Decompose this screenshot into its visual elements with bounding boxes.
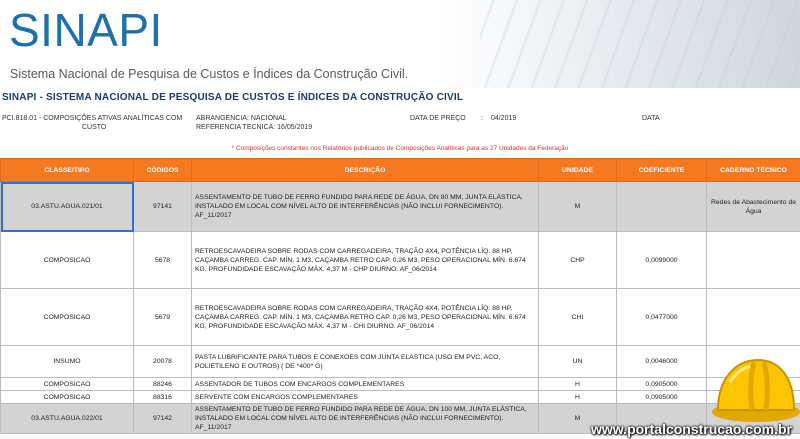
cell-coeficiente[interactable]: 0,0046000 [616, 345, 707, 378]
cell-unidade[interactable]: UN [538, 345, 617, 378]
data-preco-value: 04/2019 [491, 115, 517, 122]
cell-codigo[interactable]: 97142 [133, 403, 192, 434]
compositions-table: CLASSE/TIPO CÓDIGOS DESCRIÇÃO UNIDADE CO… [0, 158, 800, 434]
cell-unidade[interactable]: M [538, 181, 617, 232]
data-label: DATA [642, 115, 660, 122]
cell-classe[interactable]: COMPOSICAO [0, 377, 134, 391]
footnote: * Composições constantes nos Relatórios … [231, 145, 569, 152]
cell-descricao[interactable]: SERVENTE COM ENCARGOS COMPLEMENTARES [191, 390, 539, 404]
cell-classe[interactable]: INSUMO [0, 345, 134, 378]
report-code-line1: PCI.818.01 - COMPOSIÇÕES ATIVAS ANALÍTIC… [2, 115, 183, 122]
cell-descricao[interactable]: RETROESCAVADEIRA SOBRE RODAS COM CARREGA… [191, 288, 539, 346]
cell-unidade[interactable]: CHP [538, 231, 617, 289]
report-code-line2: CUSTO [82, 124, 107, 131]
data-preco-label: DATA DE PREÇO [410, 115, 466, 122]
cell-descricao[interactable]: PASTA LUBRIFICANTE PARA TUBOS E CONEXOES… [191, 345, 539, 378]
cell-coeficiente[interactable]: 0,0905000 [616, 377, 707, 391]
table-row: COMPOSICAO 88246 ASSENTADOR DE TUBOS COM… [0, 377, 800, 391]
cell-codigo[interactable]: 88246 [133, 377, 192, 391]
watermark: www.portalconstrucao.com.br [591, 421, 792, 437]
cell-unidade[interactable]: H [538, 377, 617, 391]
cell-descricao[interactable]: ASSENTAMENTO DE TUBO DE FERRO FUNDIDO PA… [191, 403, 539, 434]
cell-caderno[interactable] [706, 231, 800, 289]
table-row: INSUMO 20078 PASTA LUBRIFICANTE PARA TUB… [0, 345, 800, 378]
sinapi-banner: SINAPI Sistema Nacional de Pesquisa de C… [0, 0, 800, 88]
hard-hat-icon [712, 358, 800, 422]
cell-codigo[interactable]: 5679 [133, 288, 192, 346]
cell-codigo[interactable]: 20078 [133, 345, 192, 378]
cell-descricao[interactable]: ASSENTADOR DE TUBOS COM ENCARGOS COMPLEM… [191, 377, 539, 391]
referencia-tecnica: REFERENCIA TECNICA: 16/05/2019 [196, 124, 313, 131]
cell-caderno[interactable]: Redes de Abastecimento de Água [706, 181, 800, 232]
cell-unidade[interactable]: H [538, 390, 617, 404]
table-header-row: CLASSE/TIPO CÓDIGOS DESCRIÇÃO UNIDADE CO… [0, 158, 800, 182]
table-row: COMPOSICAO 5678 RETROESCAVADEIRA SOBRE R… [0, 231, 800, 289]
report-title: SINAPI - SISTEMA NACIONAL DE PESQUISA DE… [2, 92, 464, 103]
report-scope: ABRANGENCIA: NACIONAL REFERENCIA TECNICA… [196, 114, 312, 132]
cell-codigo[interactable]: 5678 [133, 231, 192, 289]
table-row: COMPOSICAO 88316 SERVENTE COM ENCARGOS C… [0, 390, 800, 404]
column-header-descricao[interactable]: DESCRIÇÃO [191, 158, 539, 182]
cell-codigo[interactable]: 88316 [133, 390, 192, 404]
report-code: PCI.818.01 - COMPOSIÇÕES ATIVAS ANALÍTIC… [2, 114, 182, 132]
column-header-classe[interactable]: CLASSE/TIPO [0, 158, 134, 182]
column-header-caderno[interactable]: CADERNO TÉCNICO [706, 158, 800, 182]
cell-classe[interactable]: COMPOSICAO [0, 288, 134, 346]
cell-coeficiente[interactable]: 0,0477000 [616, 288, 707, 346]
column-header-coeficiente[interactable]: COEFICIENTE [616, 158, 707, 182]
cell-classe[interactable]: COMPOSICAO [0, 231, 134, 289]
cell-codigo[interactable]: 97141 [133, 181, 192, 232]
cell-caderno[interactable] [706, 288, 800, 346]
abrangencia: ABRANGENCIA: NACIONAL [196, 115, 287, 122]
cell-coeficiente[interactable] [616, 181, 707, 232]
sinapi-logo: SINAPI [9, 4, 163, 56]
column-header-unidade[interactable]: UNIDADE [538, 158, 617, 182]
cell-classe[interactable]: 03.ASTU.AGUA.022/01 [0, 403, 134, 434]
table-row: 03.ASTU.AGUA.021/01 97141 ASSENTAMENTO D… [0, 181, 800, 232]
cell-coeficiente[interactable]: 0,0099000 [616, 231, 707, 289]
cell-coeficiente[interactable]: 0,0905000 [616, 390, 707, 404]
column-header-codigos[interactable]: CÓDIGOS [133, 158, 192, 182]
banner-subtitle: Sistema Nacional de Pesquisa de Custos e… [10, 67, 409, 81]
table-row: COMPOSICAO 5679 RETROESCAVADEIRA SOBRE R… [0, 288, 800, 346]
cell-classe[interactable]: COMPOSICAO [0, 390, 134, 404]
data-preco-separator: : [481, 115, 483, 122]
cell-descricao[interactable]: RETROESCAVADEIRA SOBRE RODAS COM CARREGA… [191, 231, 539, 289]
cell-descricao[interactable]: ASSENTAMENTO DE TUBO DE FERRO FUNDIDO PA… [191, 181, 539, 232]
cell-classe[interactable]: 03.ASTU.AGUA.021/01 [0, 181, 134, 232]
cell-unidade[interactable]: CHI [538, 288, 617, 346]
